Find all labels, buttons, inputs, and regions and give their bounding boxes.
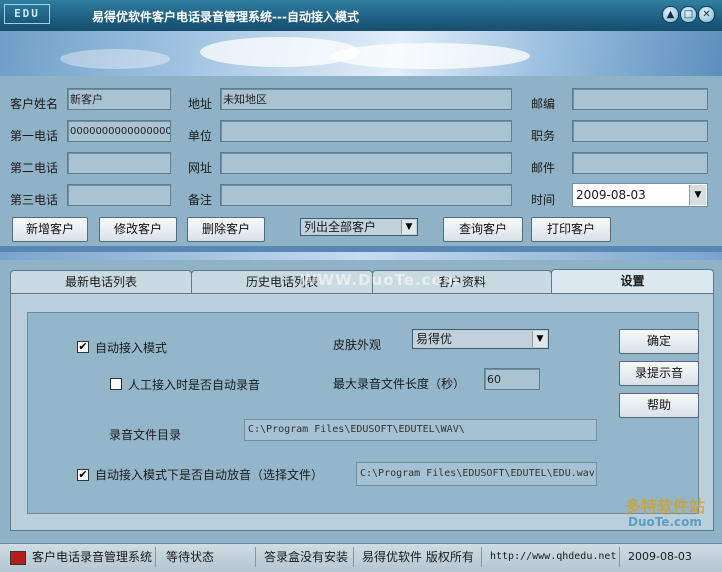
close-icon: ✕	[702, 9, 711, 20]
time-value: 2009-08-03	[576, 188, 646, 202]
auto-mode-checkbox[interactable]: ✔	[77, 341, 89, 353]
auto-mode-label: 自动接入模式	[95, 341, 168, 355]
title-bar[interactable]: EDU 易得优软件客户电话录音管理系统---自动接入模式 ▲ □ ✕	[0, 0, 722, 31]
dropdown-arrow-icon[interactable]: ▼	[401, 220, 416, 234]
email-field[interactable]	[572, 152, 708, 174]
zip-label: 邮编	[531, 97, 556, 111]
status-bar: 客户电话录音管理系统 等待状态 答录盒没有安装 易得优软件 版权所有 http:…	[0, 543, 722, 572]
maximize-icon: □	[683, 9, 694, 20]
record-dir-label: 录音文件目录	[109, 428, 182, 442]
manual-record-label: 人工接入时是否自动录音	[128, 378, 261, 392]
sky-banner	[0, 31, 722, 76]
website-label: 网址	[188, 161, 213, 175]
settings-group: ✔ 自动接入模式 人工接入时是否自动录音 皮肤外观 易得优 ▼ 最大录音文件长度…	[27, 312, 699, 514]
customer-form: 客户姓名 新客户 地址 未知地区 邮编 第一电话 000000000000000…	[0, 76, 722, 246]
phone3-field[interactable]	[67, 184, 171, 206]
position-label: 职务	[531, 129, 556, 143]
app-window: EDU 易得优软件客户电话录音管理系统---自动接入模式 ▲ □ ✕ 客户姓名 …	[0, 0, 722, 572]
email-label: 邮件	[531, 161, 556, 175]
watermark-text: WWW.DuoTe.com	[300, 271, 460, 289]
settings-panel: ✔ 自动接入模式 人工接入时是否自动录音 皮肤外观 易得优 ▼ 最大录音文件长度…	[10, 293, 714, 531]
record-prompt-button[interactable]: 录提示音	[619, 361, 699, 386]
separator-strip	[0, 252, 722, 260]
customer-list-filter-select[interactable]: 列出全部客户 ▼	[300, 218, 418, 236]
max-length-label: 最大录音文件长度（秒）	[333, 377, 466, 391]
status-date: 2009-08-03	[628, 550, 692, 563]
record-dir-field[interactable]: C:\Program Files\EDUSOFT\EDUTEL\WAV\	[244, 419, 597, 441]
list-filter-value: 列出全部客户	[304, 220, 377, 234]
skin-select[interactable]: 易得优 ▼	[412, 329, 549, 349]
company-field[interactable]	[220, 120, 512, 142]
position-field[interactable]	[572, 120, 708, 142]
app-logo: EDU	[4, 4, 50, 24]
cloud-decoration	[60, 49, 170, 69]
time-date-picker[interactable]: 2009-08-03 ▼	[572, 183, 708, 207]
phone2-field[interactable]	[67, 152, 171, 174]
tab-settings[interactable]: 设置	[551, 269, 714, 294]
minimize-icon: ▲	[666, 9, 675, 20]
skin-value: 易得优	[416, 332, 453, 346]
status-state: 等待状态	[160, 547, 256, 567]
customer-name-label: 客户姓名	[10, 97, 59, 111]
website-field[interactable]	[220, 152, 512, 174]
phone1-label: 第一电话	[10, 129, 59, 143]
note-field[interactable]	[220, 184, 512, 206]
status-app: 客户电话录音管理系统	[6, 547, 156, 567]
address-label: 地址	[188, 97, 213, 111]
customer-name-field[interactable]: 新客户	[67, 88, 171, 110]
skin-label: 皮肤外观	[333, 338, 382, 352]
help-button[interactable]: 帮助	[619, 393, 699, 418]
close-button[interactable]: ✕	[698, 6, 715, 23]
manual-record-checkbox[interactable]	[110, 378, 122, 390]
query-customer-button[interactable]: 查询客户	[443, 217, 523, 242]
minimize-button[interactable]: ▲	[662, 6, 679, 23]
dropdown-arrow-icon[interactable]: ▼	[689, 185, 706, 205]
address-field[interactable]: 未知地区	[220, 88, 512, 110]
tab-latest-calls[interactable]: 最新电话列表	[10, 270, 192, 293]
window-title: 易得优软件客户电话录音管理系统---自动接入模式	[92, 10, 359, 24]
status-copyright: 易得优软件 版权所有	[356, 547, 482, 567]
watermark-corner-en: DuoTe.com	[628, 515, 702, 529]
delete-customer-button[interactable]: 删除客户	[187, 217, 265, 242]
phone2-label: 第二电话	[10, 161, 59, 175]
auto-play-label: 自动接入模式下是否自动放音（选择文件）	[95, 468, 324, 482]
dropdown-arrow-icon[interactable]: ▼	[532, 331, 547, 347]
maximize-button[interactable]: □	[680, 6, 697, 23]
auto-play-checkbox[interactable]: ✔	[77, 469, 89, 481]
phone3-label: 第三电话	[10, 193, 59, 207]
edit-customer-button[interactable]: 修改客户	[99, 217, 177, 242]
cloud-decoration	[330, 43, 530, 69]
zip-field[interactable]	[572, 88, 708, 110]
company-label: 单位	[188, 129, 213, 143]
status-device: 答录盒没有安装	[258, 547, 354, 567]
note-label: 备注	[188, 193, 213, 207]
status-url: http://www.qhdedu.net	[484, 547, 620, 567]
app-icon	[10, 550, 26, 565]
watermark-corner-cn: 多特软件站	[625, 497, 706, 516]
print-customer-button[interactable]: 打印客户	[531, 217, 611, 242]
auto-play-file-field[interactable]: C:\Program Files\EDUSOFT\EDUTEL\EDU.wav	[356, 462, 597, 486]
phone1-field[interactable]: 0000000000000000	[67, 120, 171, 142]
time-label: 时间	[531, 193, 556, 207]
ok-button[interactable]: 确定	[619, 329, 699, 354]
new-customer-button[interactable]: 新增客户	[12, 217, 88, 242]
max-length-field[interactable]: 60	[484, 368, 540, 390]
status-app-name: 客户电话录音管理系统	[32, 550, 153, 564]
